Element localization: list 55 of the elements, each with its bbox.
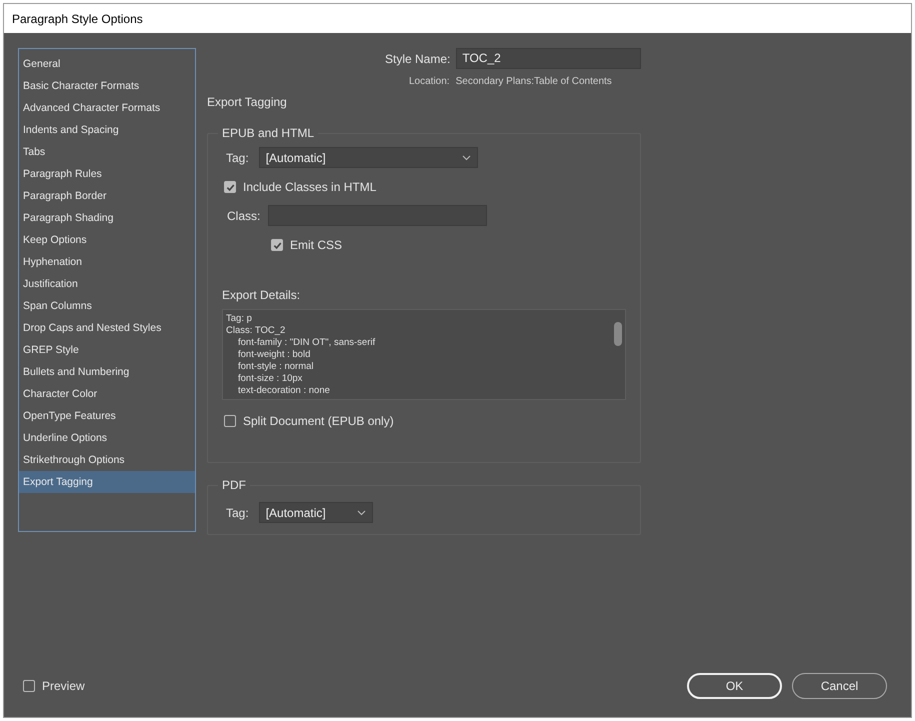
chevron-down-icon	[356, 510, 366, 516]
checkbox-label: Emit CSS	[290, 238, 342, 252]
details-line: font-weight : bold	[237, 349, 312, 361]
sidebar-item[interactable]: GREP Style	[19, 339, 195, 361]
sidebar-item[interactable]: Strikethrough Options	[19, 449, 195, 471]
details-line: font-style : normal	[237, 361, 314, 373]
sidebar-item[interactable]: Keep Options	[19, 229, 195, 251]
details-line: text-decoration : none	[237, 385, 331, 397]
scrollbar-thumb[interactable]	[614, 322, 622, 346]
preview-label: Preview	[42, 679, 85, 693]
section-title: Export Tagging	[207, 95, 287, 109]
group-legend: EPUB and HTML	[218, 126, 318, 140]
checkbox-label: Split Document (EPUB only)	[243, 414, 394, 428]
style-name-field[interactable]: TOC_2	[456, 48, 641, 69]
sidebar-item[interactable]: OpenType Features	[19, 405, 195, 427]
details-line: Class: TOC_2	[226, 325, 286, 337]
export-details-label: Export Details:	[222, 288, 300, 302]
ok-button[interactable]: OK	[687, 673, 782, 699]
sidebar-item[interactable]: Export Tagging	[19, 471, 195, 493]
sidebar-item[interactable]: Underline Options	[19, 427, 195, 449]
sidebar-item[interactable]: Paragraph Shading	[19, 207, 195, 229]
style-name-label: Style Name:	[385, 52, 450, 66]
sidebar-item[interactable]: Character Color	[19, 383, 195, 405]
checkbox[interactable]	[271, 239, 283, 251]
location-value: Secondary Plans:Table of Contents	[456, 76, 612, 87]
sidebar-item[interactable]: Indents and Spacing	[19, 119, 195, 141]
sidebar-item[interactable]: Justification	[19, 273, 195, 295]
cancel-button[interactable]: Cancel	[792, 673, 887, 699]
tag-dropdown[interactable]: [Automatic]	[258, 147, 478, 168]
details-line: Tag: p	[226, 313, 253, 325]
tag-label: Tag:	[226, 506, 249, 520]
sidebar-item[interactable]: Paragraph Rules	[19, 163, 195, 185]
checkbox[interactable]	[224, 415, 236, 427]
sidebar-item[interactable]: Paragraph Border	[19, 185, 195, 207]
sidebar-item[interactable]: Hyphenation	[19, 251, 195, 273]
details-line: font-family : "DIN OT", sans-serif	[237, 337, 376, 349]
sidebar-item[interactable]: Bullets and Numbering	[19, 361, 195, 383]
checkbox[interactable]	[224, 181, 236, 193]
sidebar-item[interactable]: Span Columns	[19, 295, 195, 317]
sidebar-item[interactable]: Drop Caps and Nested Styles	[19, 317, 195, 339]
export-details-box[interactable]: Tag: p Class: TOC_2 font-family : "DIN OT", sans-serif font-weight : bold font-style : normal font-size : 10px text-decoration : none	[222, 309, 626, 400]
sidebar-item[interactable]: General	[19, 53, 195, 75]
sidebar-item[interactable]: Tabs	[19, 141, 195, 163]
tag-label: Tag:	[226, 150, 249, 164]
class-label: Class:	[227, 208, 260, 222]
tag-dropdown[interactable]: [Automatic]	[258, 502, 373, 523]
checkbox[interactable]	[23, 680, 35, 692]
details-line: font-size : 10px	[237, 373, 304, 385]
sidebar-item[interactable]: Advanced Character Formats	[19, 97, 195, 119]
chevron-down-icon	[462, 154, 471, 160]
group-legend: PDF	[218, 478, 250, 492]
window-title: Paragraph Style Options	[12, 12, 143, 26]
location-label: Location:	[409, 76, 450, 87]
sidebar-item[interactable]: Basic Character Formats	[19, 75, 195, 97]
checkbox-label: Include Classes in HTML	[243, 180, 376, 194]
